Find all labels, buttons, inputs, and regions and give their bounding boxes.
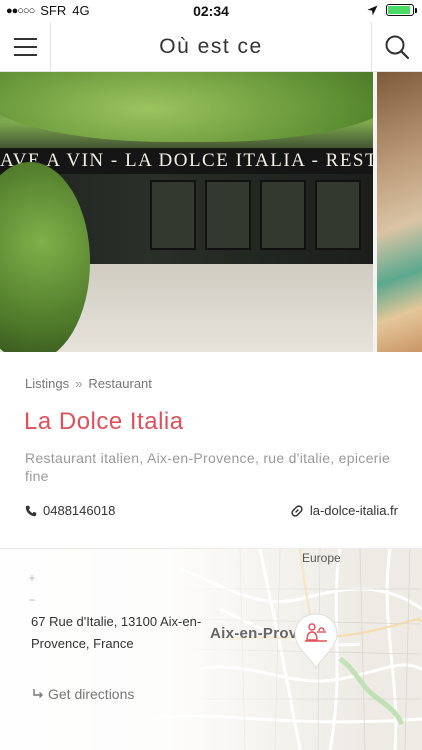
search-button[interactable] (371, 22, 422, 72)
battery-level (388, 6, 410, 14)
storefront-window (315, 180, 361, 250)
map-zoom-controls[interactable]: + − (26, 567, 38, 611)
hamburger-menu-icon (13, 38, 37, 40)
hamburger-menu-icon-line (13, 46, 37, 48)
battery-icon (386, 4, 417, 16)
zoom-in-button[interactable]: + (26, 567, 38, 589)
breadcrumb-separator: » (75, 376, 83, 391)
turn-right-arrow-icon (33, 689, 43, 698)
app-header: Où est ce (0, 22, 422, 72)
status-right (367, 4, 417, 16)
breadcrumb-restaurant[interactable]: Restaurant (88, 376, 152, 391)
storefront-sign: AVE A VIN - LA DOLCE ITALIA - RESTAU (0, 148, 373, 174)
location-arrow-icon (367, 5, 378, 15)
status-time: 02:34 (193, 3, 229, 19)
storefront-window (260, 180, 306, 250)
breadcrumb-listings[interactable]: Listings (25, 376, 69, 391)
location-map[interactable]: Europe Aix-en-Provence + − 67 Rue d'Ital… (0, 549, 422, 750)
menu-button[interactable] (0, 22, 51, 72)
storefront-window (205, 180, 251, 250)
map-label-europe: Europe (302, 551, 341, 565)
phone-icon (25, 505, 37, 516)
tree-foliage (0, 72, 373, 142)
listing-details: Listings » Restaurant La Dolce Italia Re… (0, 352, 422, 549)
hamburger-menu-icon-line (13, 54, 37, 56)
breadcrumb: Listings » Restaurant (25, 376, 152, 391)
search-icon (385, 35, 410, 60)
zoom-out-button[interactable]: − (26, 589, 38, 611)
app-title: Où est ce (159, 35, 263, 58)
phone-number: 0488146018 (43, 503, 116, 518)
get-directions-label: Get directions (48, 686, 135, 702)
phone-link[interactable]: 0488146018 (25, 503, 115, 518)
listing-tags: Restaurant italien, Aix-en-Provence, rue… (25, 450, 391, 484)
link-icon (291, 504, 303, 517)
storefront-window (150, 180, 196, 250)
photo-gallery[interactable]: AVE A VIN - LA DOLCE ITALIA - RESTAU (0, 72, 422, 352)
gallery-photo-next[interactable] (377, 72, 422, 352)
gallery-photo-storefront[interactable]: AVE A VIN - LA DOLCE ITALIA - RESTAU (0, 72, 373, 352)
get-directions-link[interactable]: Get directions (32, 686, 134, 702)
address-text: 67 Rue d'Italie, 13100 Aix-en-Provence, … (31, 614, 202, 651)
status-bar: ●●○○○ SFR 4G 02:34 (0, 0, 422, 22)
website-link[interactable]: la-dolce-italia.fr (290, 503, 398, 518)
listing-title: La Dolce Italia (24, 408, 184, 435)
restaurant-map-pin-icon[interactable] (293, 612, 339, 670)
website-url: la-dolce-italia.fr (309, 503, 398, 518)
